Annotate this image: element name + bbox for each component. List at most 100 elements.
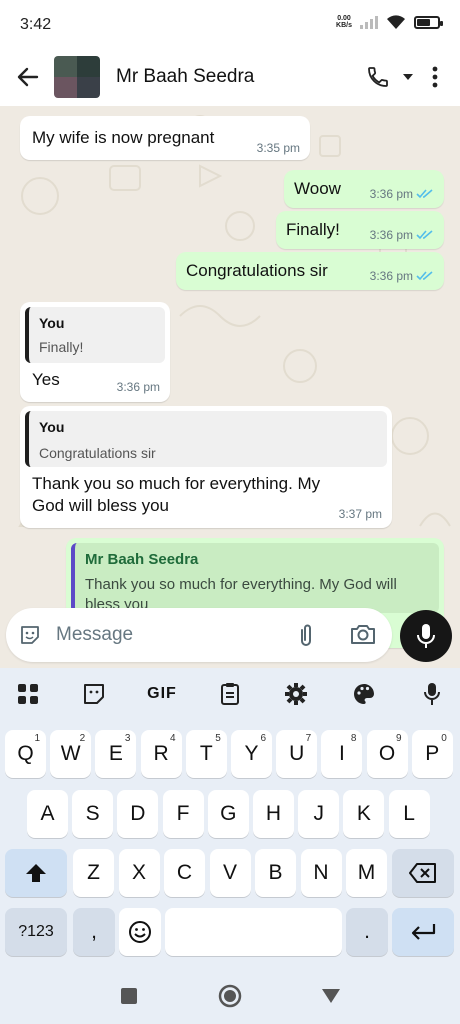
call-button[interactable]	[360, 59, 396, 95]
key-w[interactable]: W2	[50, 730, 92, 778]
clipboard-button[interactable]	[210, 678, 250, 710]
emoji-key[interactable]	[119, 908, 161, 956]
sticker-icon	[84, 684, 104, 704]
key-t[interactable]: T5	[185, 730, 227, 778]
message-meta: 3:36 pm	[370, 269, 434, 283]
double-check-icon	[416, 189, 433, 199]
backspace-key[interactable]	[392, 849, 454, 897]
comma-key[interactable]: ,	[73, 908, 115, 956]
key-h[interactable]: H	[253, 790, 294, 838]
voice-typing-button[interactable]	[412, 678, 452, 710]
back-button[interactable]	[8, 57, 48, 97]
key-c[interactable]: C	[164, 849, 205, 897]
message-bubble-incoming[interactable]: You Finally! Yes 3:36 pm	[20, 302, 170, 402]
apps-button[interactable]	[8, 678, 48, 710]
key-label: E	[108, 742, 123, 765]
quote-author: Mr Baah Seedra	[85, 551, 199, 568]
emoji-sticker-icon[interactable]	[18, 623, 42, 647]
key-e[interactable]: E3	[95, 730, 137, 778]
quoted-message[interactable]: You Finally!	[25, 307, 165, 363]
status-time: 3:42	[20, 16, 52, 33]
message-bubble-incoming[interactable]: My wife is now pregnant 3:35 pm	[20, 116, 310, 160]
message-bubble-outgoing[interactable]: Woow 3:36 pm	[284, 170, 444, 208]
message-time: 3:36 pm	[369, 269, 413, 283]
key-p[interactable]: P0	[411, 730, 453, 778]
quoted-message[interactable]: Mr Baah Seedra Thank you so much for eve…	[71, 543, 439, 613]
settings-button[interactable]	[276, 678, 316, 710]
square-icon	[121, 988, 137, 1004]
key-k[interactable]: K	[343, 790, 385, 838]
key-hint-number: 5	[215, 733, 221, 744]
enter-key[interactable]	[392, 908, 454, 956]
key-j[interactable]: J	[298, 790, 340, 838]
key-b[interactable]: B	[255, 849, 296, 897]
key-v[interactable]: V	[209, 849, 251, 897]
key-y[interactable]: Y6	[231, 730, 272, 778]
emoji-icon	[129, 921, 151, 943]
key-s[interactable]: S	[72, 790, 114, 838]
message-time: 3:37 pm	[338, 507, 382, 521]
key-q[interactable]: Q1	[5, 730, 46, 778]
message-meta: 3:36 pm	[370, 187, 434, 201]
key-l[interactable]: L	[388, 790, 430, 838]
key-x[interactable]: X	[118, 849, 160, 897]
signal-icon	[360, 15, 378, 29]
back-nav-button[interactable]	[316, 984, 346, 1008]
message-text-line: God will bless you	[32, 496, 170, 515]
key-hint-number: 9	[396, 733, 402, 744]
theme-button[interactable]	[344, 678, 384, 710]
key-hint-number: 3	[124, 733, 131, 744]
chat-header: Mr Baah Seedra	[0, 48, 460, 106]
apps-icon	[18, 684, 38, 704]
message-time: 3:36 pm	[116, 380, 160, 394]
attach-icon[interactable]	[296, 622, 316, 648]
call-options-button[interactable]	[396, 59, 420, 95]
voice-message-button[interactable]	[400, 610, 452, 662]
key-d[interactable]: D	[117, 790, 159, 838]
sticker-button[interactable]	[74, 678, 114, 710]
message-time: 3:36 pm	[369, 228, 413, 242]
quoted-message[interactable]: You Congratulations sir	[25, 411, 387, 467]
chat-area[interactable]: My wife is now pregnant 3:35 pm Woow 3:3…	[0, 106, 460, 668]
key-m[interactable]: M	[346, 849, 387, 897]
key-z[interactable]: Z	[73, 849, 114, 897]
shift-icon	[26, 864, 46, 882]
key-hint-number: 6	[260, 733, 266, 744]
home-button[interactable]	[215, 984, 245, 1008]
message-bubble-outgoing[interactable]: Congratulations sir 3:36 pm	[176, 252, 444, 290]
key-f[interactable]: F	[162, 790, 204, 838]
clipboard-icon	[221, 683, 239, 705]
quote-author: You	[39, 315, 65, 331]
key-a[interactable]: A	[27, 790, 68, 838]
key-label: P	[425, 742, 440, 765]
more-options-button[interactable]	[420, 59, 450, 95]
status-bar: 3:42 0.00 KB/s	[0, 0, 460, 48]
mic-icon	[424, 683, 440, 705]
phone-icon	[368, 67, 388, 87]
key-o[interactable]: O9	[366, 730, 408, 778]
gif-button[interactable]: GIF	[142, 678, 182, 710]
message-input[interactable]	[56, 620, 276, 650]
quote-text: Congratulations sir	[39, 445, 156, 461]
period-key[interactable]: .	[346, 908, 388, 956]
contact-name[interactable]: Mr Baah Seedra	[116, 66, 360, 88]
key-g[interactable]: G	[207, 790, 249, 838]
symbols-key[interactable]: ?123	[5, 908, 67, 956]
message-bubble-incoming[interactable]: You Congratulations sir Thank you so muc…	[20, 406, 392, 528]
message-bubble-outgoing[interactable]: Finally! 3:36 pm	[276, 211, 444, 249]
key-label: I	[338, 742, 345, 765]
key-u[interactable]: U7	[276, 730, 318, 778]
space-key[interactable]	[165, 908, 342, 956]
shift-key[interactable]	[5, 849, 67, 897]
contact-avatar[interactable]	[54, 56, 100, 98]
key-label: W	[60, 742, 81, 765]
camera-icon[interactable]	[350, 623, 376, 645]
triangle-icon	[322, 989, 340, 1003]
recents-button[interactable]	[114, 984, 144, 1008]
key-label: U	[289, 742, 305, 765]
key-r[interactable]: R4	[140, 730, 182, 778]
key-n[interactable]: N	[300, 849, 342, 897]
key-i[interactable]: I8	[321, 730, 363, 778]
key-hint-number: 7	[305, 733, 312, 744]
caret-down-icon	[403, 74, 413, 80]
